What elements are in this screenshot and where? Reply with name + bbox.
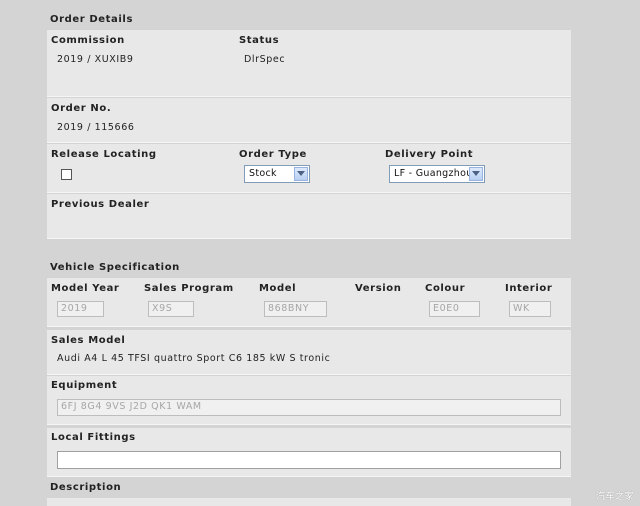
commission-value: 2019 / XUXIB9	[57, 54, 134, 65]
version-label: Version	[355, 283, 402, 294]
model-year-field: 2019	[57, 301, 104, 317]
commission-status-band: Commission Status 2019 / XUXIB9 DlrSpec	[47, 30, 571, 97]
order-options-band: Release Locating Order Type Delivery Poi…	[47, 144, 571, 193]
commission-label: Commission	[51, 35, 125, 46]
order-no-band: Order No. 2019 / 115666	[47, 98, 571, 143]
interior-field: WK	[509, 301, 551, 317]
watermark-logo: 汽车之家	[595, 492, 634, 502]
local-fittings-input[interactable]	[57, 451, 561, 469]
colour-field: E0E0	[429, 301, 480, 317]
delivery-point-label: Delivery Point	[385, 149, 474, 160]
status-label: Status	[239, 35, 280, 46]
sales-program-field: X9S	[148, 301, 194, 317]
description-band	[47, 498, 571, 506]
sales-program-label: Sales Program	[144, 283, 234, 294]
previous-dealer-label: Previous Dealer	[51, 199, 150, 210]
order-type-label: Order Type	[239, 149, 307, 160]
order-details-heading: Order Details	[50, 14, 134, 25]
order-type-select[interactable]: Stock	[244, 165, 310, 183]
equipment-band: Equipment 6FJ 8G4 9VS J2D QK1 WAM	[47, 376, 571, 425]
description-label: Description	[50, 482, 122, 493]
local-fittings-label: Local Fittings	[51, 432, 136, 443]
colour-label: Colour	[425, 283, 466, 294]
vehicle-attributes-band: Model Year Sales Program Model Version C…	[47, 278, 571, 327]
equipment-label: Equipment	[51, 380, 118, 391]
sales-model-value: Audi A4 L 45 TFSI quattro Sport C6 185 k…	[57, 353, 331, 364]
local-fittings-band: Local Fittings	[47, 428, 571, 477]
release-locating-checkbox[interactable]	[61, 169, 72, 180]
delivery-point-selected-value: LF - Guangzhou	[394, 168, 473, 179]
model-field: 868BNY	[264, 301, 327, 317]
status-value: DlrSpec	[244, 54, 286, 65]
sales-model-label: Sales Model	[51, 335, 126, 346]
vehicle-spec-heading: Vehicle Specification	[50, 262, 180, 273]
order-type-selected-value: Stock	[249, 168, 277, 179]
sales-model-band: Sales Model Audi A4 L 45 TFSI quattro Sp…	[47, 330, 571, 375]
chevron-down-icon	[469, 167, 483, 181]
order-no-value: 2019 / 115666	[57, 122, 135, 133]
model-label: Model	[259, 283, 297, 294]
previous-dealer-band: Previous Dealer	[47, 194, 571, 239]
order-no-label: Order No.	[51, 103, 112, 114]
delivery-point-select[interactable]: LF - Guangzhou	[389, 165, 485, 183]
release-locating-label: Release Locating	[51, 149, 157, 160]
chevron-down-icon	[294, 167, 308, 181]
equipment-field: 6FJ 8G4 9VS J2D QK1 WAM	[57, 399, 561, 416]
interior-label: Interior	[505, 283, 553, 294]
model-year-label: Model Year	[51, 283, 120, 294]
